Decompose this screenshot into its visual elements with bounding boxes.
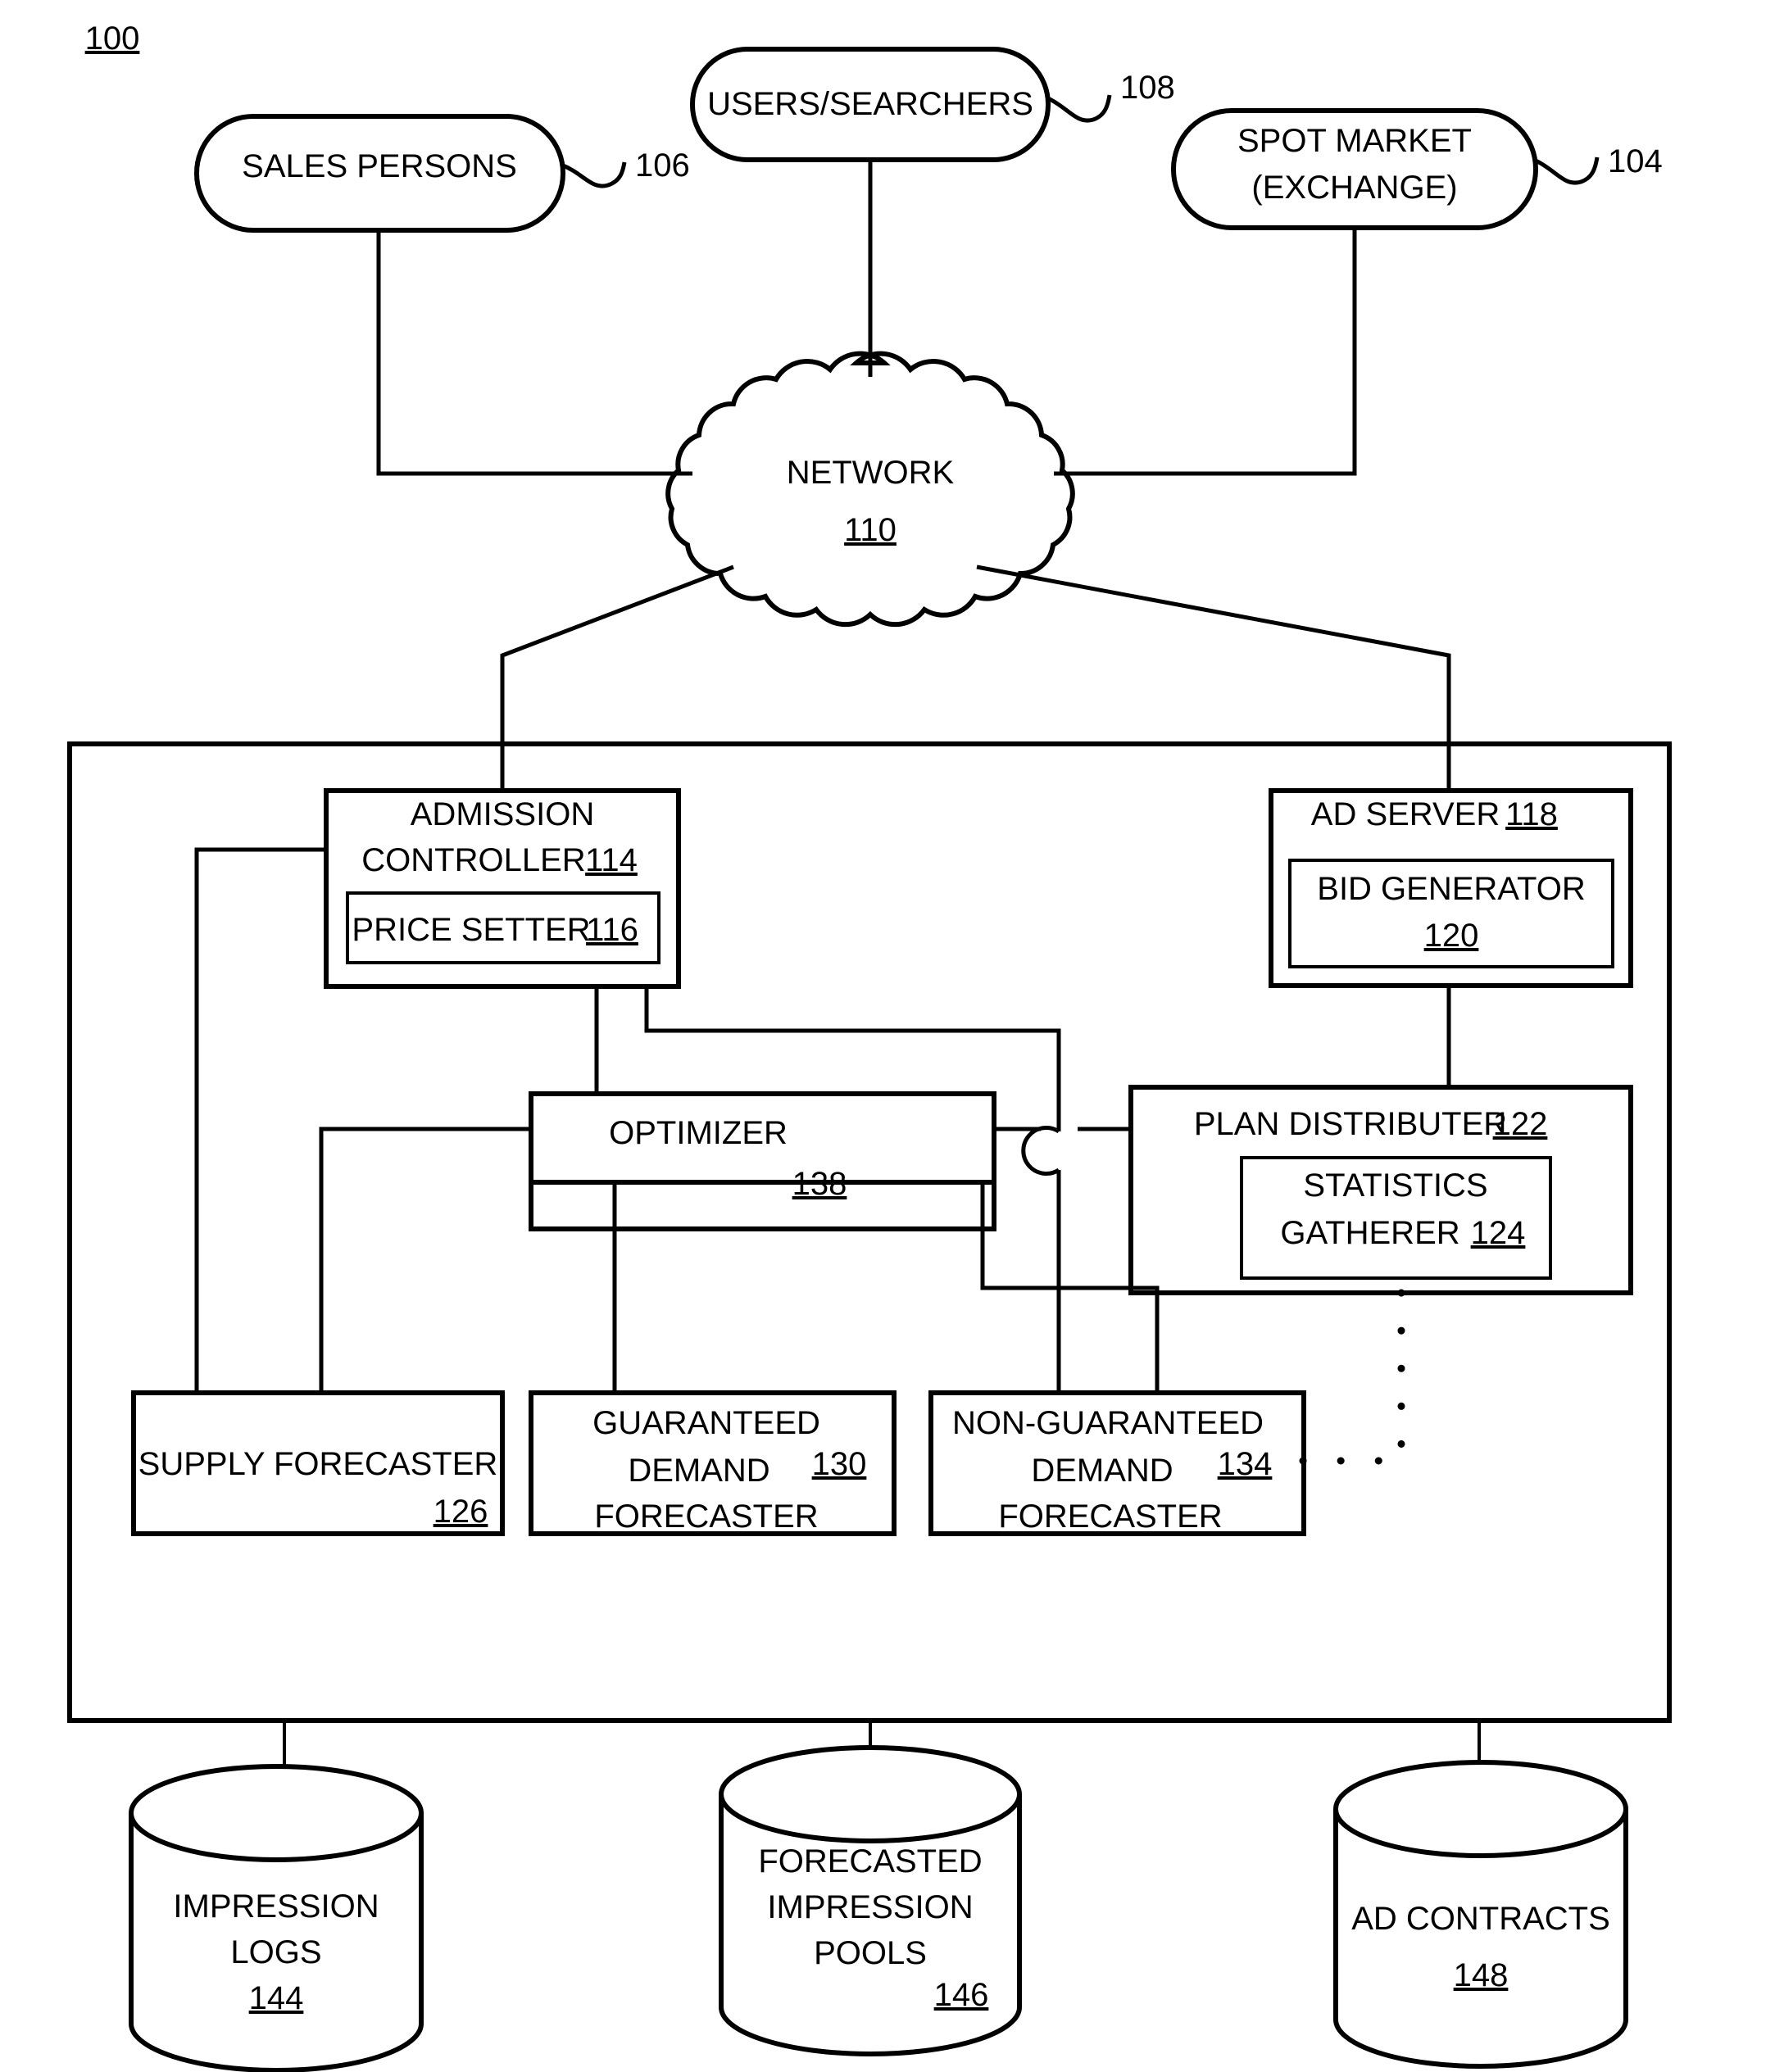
guaranteed-demand-forecaster-label-line2: DEMAND bbox=[628, 1453, 769, 1489]
ad-server-label: AD SERVER bbox=[1311, 796, 1500, 832]
ad-contracts-top bbox=[1333, 1760, 1628, 1858]
forecasted-pools-label-line1: FORECASTED bbox=[758, 1843, 982, 1879]
impression-logs-label-line1: IMPRESSION bbox=[173, 1888, 379, 1925]
forecasted-pools-label-line2: IMPRESSION bbox=[767, 1889, 973, 1925]
price-setter-ref: 116 bbox=[586, 912, 638, 948]
sales-persons-leader bbox=[562, 161, 627, 188]
connector-lines bbox=[194, 160, 1481, 1860]
line-admission-controller-to-supply-forecaster bbox=[194, 847, 326, 1393]
guaranteed-demand-forecaster-ref: 130 bbox=[812, 1446, 867, 1482]
spot-market-ref: 104 bbox=[1608, 143, 1663, 179]
non-guaranteed-demand-forecaster-label-line2: DEMAND bbox=[1031, 1453, 1173, 1489]
forecasted-pools-label-line3: POOLS bbox=[814, 1935, 927, 1971]
ad-contracts-ref: 148 bbox=[1454, 1957, 1509, 1993]
ad-server-ref: 118 bbox=[1505, 796, 1558, 832]
patent-figure-100: 100 SALES PERSONS 106 USERS/SEARCHERS 10… bbox=[0, 0, 1784, 2072]
statistics-gatherer-label-line1: STATISTICS bbox=[1303, 1167, 1487, 1204]
statistics-gatherer-ref: 124 bbox=[1471, 1215, 1526, 1251]
ad-contracts-label-line1: AD CONTRACTS bbox=[1351, 1901, 1610, 1937]
network-ref: 110 bbox=[844, 512, 897, 548]
optimizer-ref: 138 bbox=[792, 1166, 847, 1202]
guaranteed-demand-forecaster-label-line1: GUARANTEED bbox=[592, 1405, 820, 1441]
node-sales-persons[interactable]: SALES PERSONS 106 bbox=[194, 114, 690, 233]
line-admission-controller-to-nonguaranteed-upper bbox=[644, 986, 1061, 1131]
non-guaranteed-demand-forecaster-label-line1: NON-GUARANTEED bbox=[952, 1405, 1264, 1441]
statistics-gatherer-label-line2: GATHERER bbox=[1280, 1215, 1459, 1251]
forecasted-pools-ref: 146 bbox=[934, 1977, 989, 2013]
block-plan-distributer[interactable]: PLAN DISTRIBUTER 122 STATISTICS GATHERER… bbox=[1128, 1085, 1633, 1295]
line-optimizer-to-supply-forecaster bbox=[319, 1127, 531, 1393]
block-ad-server[interactable]: AD SERVER 118 BID GENERATOR 120 bbox=[1269, 788, 1633, 988]
node-users-searchers[interactable]: USERS/SEARCHERS 108 bbox=[690, 47, 1175, 162]
line-network-to-admission-controller bbox=[500, 564, 734, 791]
block-non-guaranteed-demand-forecaster[interactable]: NON-GUARANTEED DEMAND 134 FORECASTER bbox=[928, 1390, 1306, 1536]
impression-logs-top bbox=[129, 1764, 424, 1862]
plan-distributer-label: PLAN DISTRIBUTER bbox=[1194, 1106, 1507, 1142]
users-searchers-leader bbox=[1046, 94, 1112, 123]
line-sales-to-network bbox=[376, 230, 692, 476]
line-spotmarket-to-network bbox=[1054, 228, 1357, 476]
guaranteed-demand-forecaster-label-line3: FORECASTER bbox=[594, 1498, 818, 1535]
node-spot-market[interactable]: SPOT MARKET (EXCHANGE) 104 bbox=[1171, 108, 1663, 230]
sales-persons-ref: 106 bbox=[635, 147, 690, 184]
spot-market-label-line2: (EXCHANGE) bbox=[1251, 170, 1457, 206]
users-searchers-ref: 108 bbox=[1120, 70, 1175, 106]
block-admission-controller[interactable]: ADMISSION CONTROLLER 114 PRICE SETTER 11… bbox=[324, 788, 681, 989]
datastore-ad-contracts[interactable]: AD CONTRACTS 148 bbox=[1333, 1760, 1628, 2069]
impression-logs-ref: 144 bbox=[249, 1980, 304, 2016]
line-network-to-ad-server bbox=[976, 564, 1451, 791]
non-guaranteed-demand-forecaster-ref: 134 bbox=[1218, 1446, 1273, 1482]
optimizer-shape-outline bbox=[529, 1091, 996, 1231]
sales-persons-label: SALES PERSONS bbox=[242, 148, 517, 184]
network-cloud[interactable]: NETWORK 110 bbox=[665, 351, 1075, 628]
optimizer-label: OPTIMIZER bbox=[609, 1115, 788, 1151]
supply-forecaster-ref: 126 bbox=[434, 1494, 488, 1530]
block-supply-forecaster[interactable]: SUPPLY FORECASTER 126 bbox=[131, 1390, 505, 1536]
figure-number: 100 bbox=[85, 20, 140, 57]
admission-controller-ref: 114 bbox=[585, 842, 638, 878]
block-optimizer[interactable]: OPTIMIZER 138 bbox=[529, 1091, 996, 1202]
spot-market-label-line1: SPOT MARKET bbox=[1237, 123, 1472, 159]
bid-generator-label: BID GENERATOR bbox=[1317, 871, 1585, 907]
forecasted-pools-top bbox=[719, 1745, 1022, 1843]
users-searchers-label: USERS/SEARCHERS bbox=[707, 86, 1033, 122]
datastore-impression-logs[interactable]: IMPRESSION LOGS 144 bbox=[129, 1764, 424, 2072]
spot-market-leader bbox=[1534, 156, 1600, 185]
figure-number-text: 100 bbox=[85, 20, 140, 57]
line-hop-arc bbox=[1021, 1126, 1060, 1176]
non-guaranteed-demand-forecaster-label-line3: FORECASTER bbox=[998, 1498, 1222, 1535]
plan-distributer-ref: 122 bbox=[1493, 1106, 1548, 1142]
block-guaranteed-demand-forecaster[interactable]: GUARANTEED DEMAND 130 FORECASTER bbox=[529, 1390, 897, 1536]
supply-forecaster-label: SUPPLY FORECASTER bbox=[138, 1446, 498, 1482]
bid-generator-ref: 120 bbox=[1424, 918, 1479, 954]
network-label: NETWORK bbox=[787, 455, 955, 491]
admission-controller-label-line2: CONTROLLER bbox=[361, 842, 585, 878]
admission-controller-label-line1: ADMISSION bbox=[411, 796, 594, 832]
price-setter-label: PRICE SETTER bbox=[352, 912, 590, 948]
impression-logs-label-line2: LOGS bbox=[230, 1934, 321, 1970]
datastore-forecasted-impression-pools[interactable]: FORECASTED IMPRESSION POOLS 146 bbox=[719, 1745, 1022, 2056]
